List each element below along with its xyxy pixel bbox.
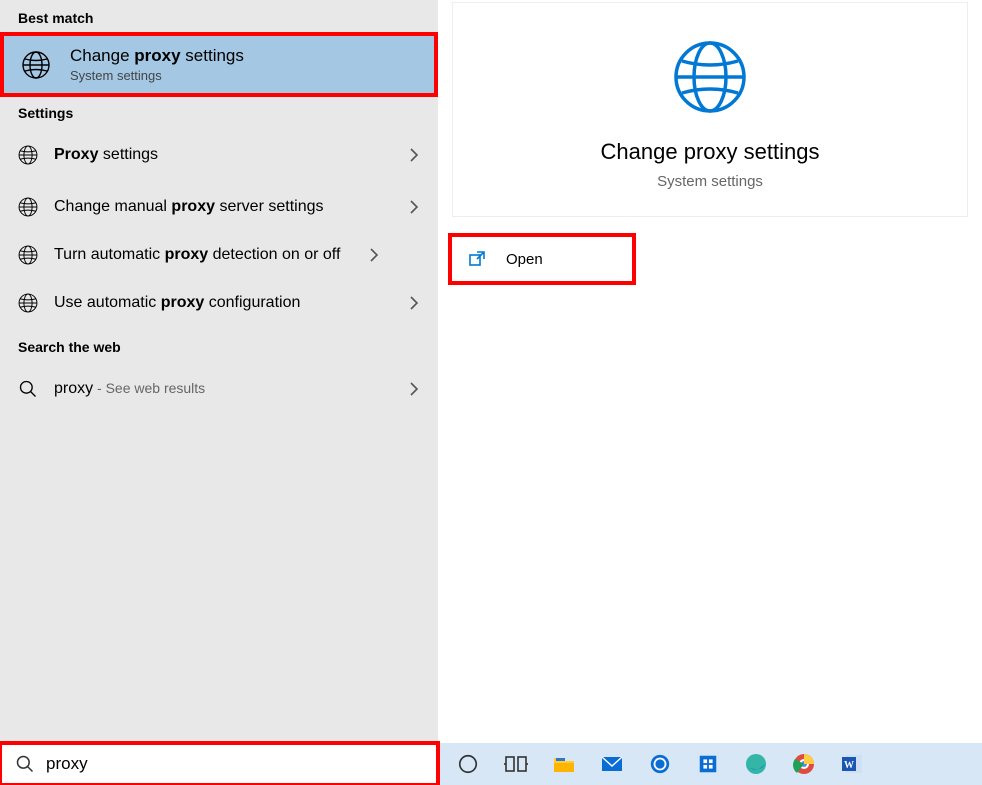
chevron-right-icon <box>364 247 384 263</box>
bm-title-bold: proxy <box>134 46 180 65</box>
search-results-pane: Best match Change proxy settings System … <box>0 0 438 743</box>
search-icon <box>16 377 40 401</box>
globe-icon <box>16 243 40 267</box>
open-external-icon <box>468 250 486 268</box>
preview-subtitle: System settings <box>453 173 967 190</box>
globe-icon <box>16 143 40 167</box>
chevron-right-icon <box>404 147 424 163</box>
svg-text:W: W <box>844 760 854 771</box>
settings-result-auto-detection[interactable]: Turn automatic proxy detection on or off <box>0 233 438 277</box>
globe-icon <box>18 47 54 83</box>
result-label: Use automatic proxy configuration <box>54 293 404 314</box>
search-box[interactable] <box>0 743 438 785</box>
bm-subtitle: System settings <box>70 68 244 83</box>
taskbar-icons: W <box>438 743 982 785</box>
settings-result-auto-config[interactable]: Use automatic proxy configuration <box>0 277 438 329</box>
result-label: Proxy settings <box>54 145 404 166</box>
preview-card: Change proxy settings System settings <box>452 2 968 217</box>
word-icon[interactable]: W <box>828 743 876 785</box>
bm-title-pre: Change <box>70 46 134 65</box>
preview-title: Change proxy settings <box>453 139 967 165</box>
mail-icon[interactable] <box>588 743 636 785</box>
settings-result-manual-proxy[interactable]: Change manual proxy server settings <box>0 181 438 233</box>
settings-results-list: Proxy settings Change manual proxy serve… <box>0 129 438 329</box>
search-web-header: Search the web <box>0 329 438 363</box>
globe-icon <box>670 37 750 117</box>
best-match-result[interactable]: Change proxy settings System settings <box>2 34 436 95</box>
best-match-header: Best match <box>0 0 438 34</box>
chevron-right-icon <box>404 295 424 311</box>
best-match-text: Change proxy settings System settings <box>70 46 244 83</box>
globe-icon <box>16 291 40 315</box>
settings-header: Settings <box>0 95 438 129</box>
chevron-right-icon <box>404 381 424 397</box>
file-explorer-icon[interactable] <box>540 743 588 785</box>
app-icon[interactable] <box>684 743 732 785</box>
taskbar: W <box>0 743 982 785</box>
edge-icon[interactable] <box>732 743 780 785</box>
cortana-icon[interactable] <box>444 743 492 785</box>
chevron-right-icon <box>404 199 424 215</box>
result-label: Change manual proxy server settings <box>54 197 404 218</box>
open-label: Open <box>506 251 543 268</box>
open-button[interactable]: Open <box>452 237 632 281</box>
search-icon <box>14 753 36 775</box>
preview-pane: Change proxy settings System settings Op… <box>438 0 982 743</box>
globe-icon <box>16 195 40 219</box>
settings-result-proxy-settings[interactable]: Proxy settings <box>0 129 438 181</box>
web-result-proxy[interactable]: proxy - See web results <box>0 363 438 415</box>
search-input[interactable] <box>46 754 438 774</box>
dell-icon[interactable] <box>636 743 684 785</box>
task-view-icon[interactable] <box>492 743 540 785</box>
result-label: Turn automatic proxy detection on or off <box>54 245 364 266</box>
bm-title-post: settings <box>181 46 244 65</box>
chrome-icon[interactable] <box>780 743 828 785</box>
result-label: proxy - See web results <box>54 379 404 400</box>
